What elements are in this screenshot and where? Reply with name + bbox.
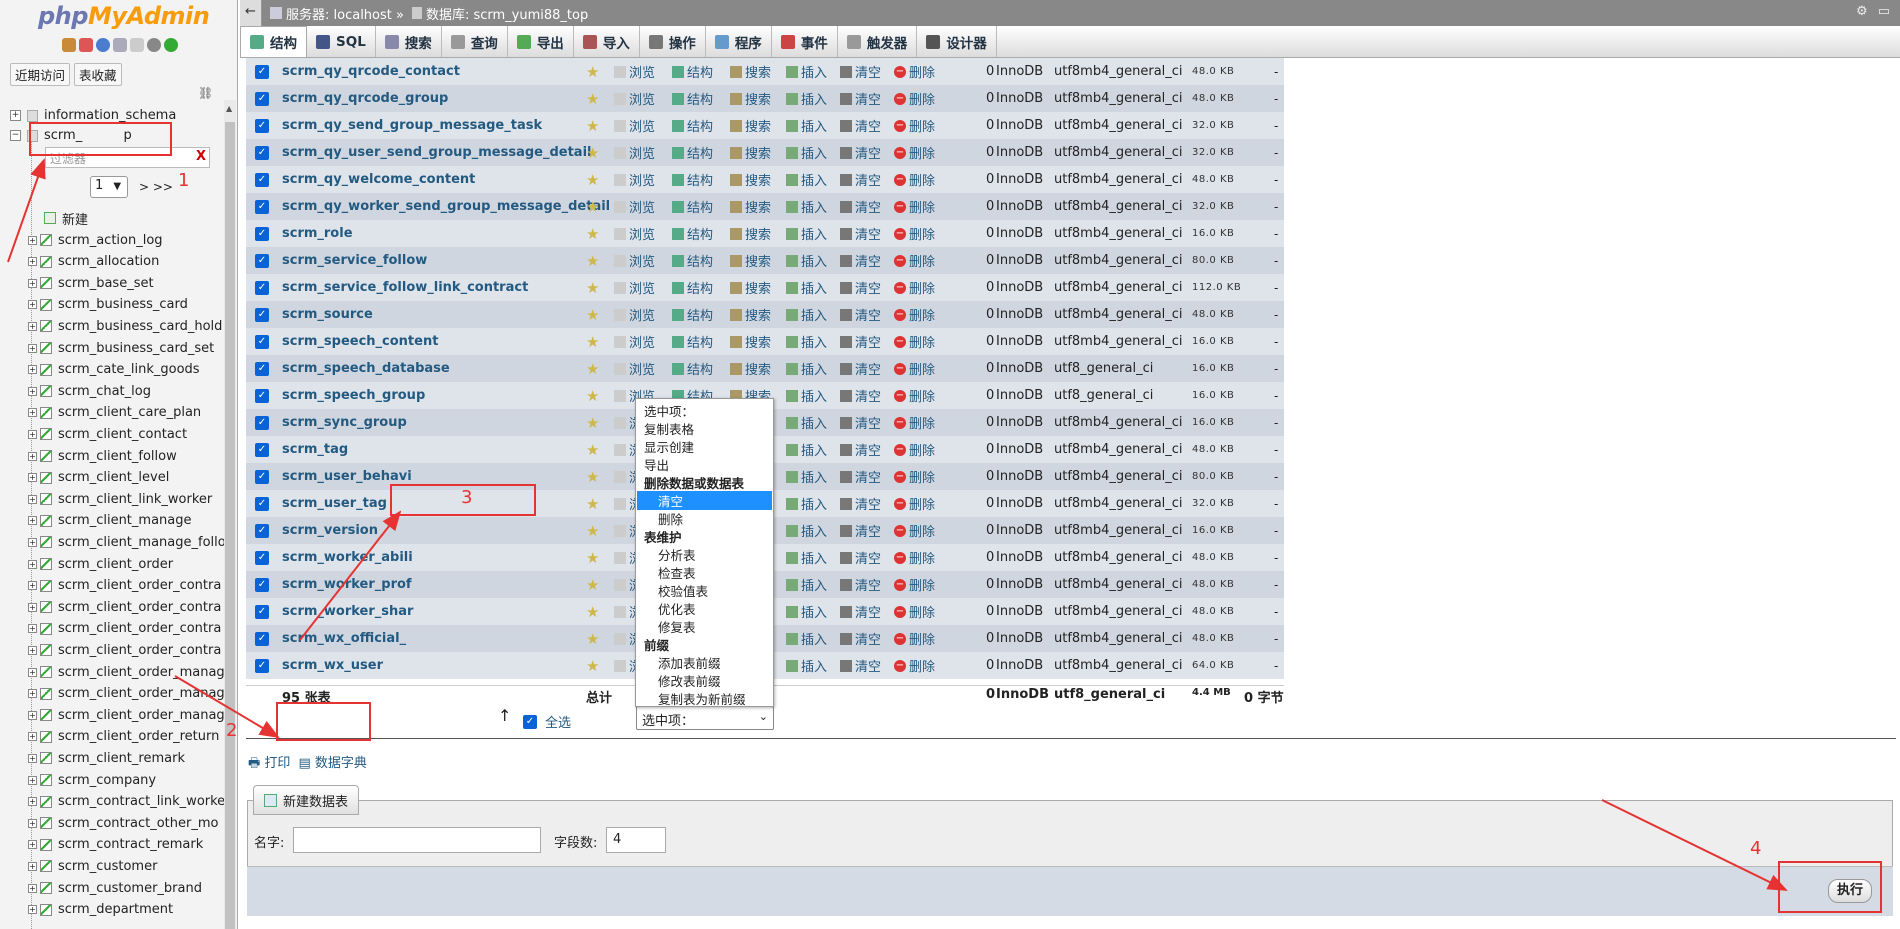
arrow-1 [7,158,46,263]
annotation-arrows [7,158,1788,891]
arrow-2 [174,675,280,739]
arrow-3 [299,510,402,641]
arrow-4 [1601,799,1788,891]
